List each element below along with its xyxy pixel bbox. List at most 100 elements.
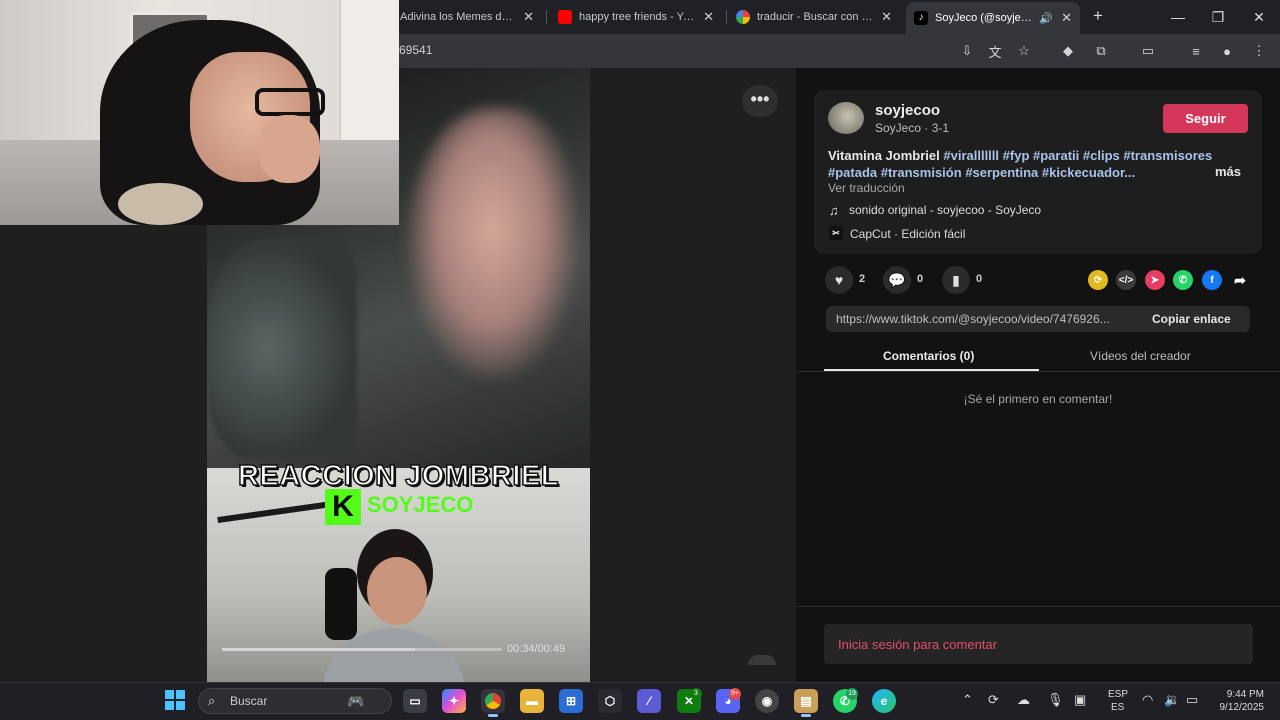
tab-creator-videos[interactable]: Vídeos del creador xyxy=(1090,349,1191,363)
video-blurred-hand xyxy=(407,108,577,378)
tab-title: traducir - Buscar con Go xyxy=(757,11,874,23)
taskbar-date[interactable]: 9/12/2025 xyxy=(1204,702,1265,713)
heart-icon: ♥ xyxy=(834,272,844,288)
capcut-link[interactable]: CapCut · Edición fácil xyxy=(850,227,965,241)
profile-avatar-icon[interactable]: ● xyxy=(1217,41,1237,61)
hashtag[interactable]: #clips xyxy=(1083,148,1120,163)
extension-diamond-icon[interactable]: ◆ xyxy=(1058,41,1078,61)
media-control-icon[interactable]: ≡ xyxy=(1186,41,1206,61)
hashtag[interactable]: #kickecuador... xyxy=(1042,165,1135,180)
copy-link-button[interactable]: Copiar enlace xyxy=(1152,312,1231,326)
new-tab-button[interactable]: + xyxy=(1088,6,1108,26)
hashtag[interactable]: #serpentina xyxy=(965,165,1038,180)
speaker-icon[interactable]: 🔊 xyxy=(1039,12,1053,25)
notes-app-icon[interactable]: ▤ xyxy=(794,689,818,713)
tab-title: SoyJeco (@soyjecoo xyxy=(935,12,1036,24)
url-text[interactable]: 69541 xyxy=(399,43,432,57)
microphone xyxy=(325,568,357,640)
close-window-button[interactable]: ✕ xyxy=(1247,6,1271,28)
comment-icon: 💬 xyxy=(888,271,906,288)
video-time: 00:34/00:49 xyxy=(507,643,566,655)
file-explorer-icon[interactable]: ▬ xyxy=(520,689,544,713)
input-language[interactable]: ESP xyxy=(1108,689,1128,700)
comment-button[interactable]: 💬 xyxy=(883,266,911,294)
video-link[interactable]: https://www.tiktok.com/@soyjecoo/video/7… xyxy=(836,312,1141,326)
save-button[interactable]: ▮ xyxy=(942,266,970,294)
bookmark-star-icon[interactable]: ☆ xyxy=(1014,41,1034,61)
obs-icon[interactable]: ◉ xyxy=(755,689,779,713)
expand-description-button[interactable]: más xyxy=(1215,164,1241,179)
facebook-share-icon[interactable]: f xyxy=(1202,270,1222,290)
bookmark-icon: ▮ xyxy=(952,271,960,288)
search-icon: ⌕ xyxy=(208,693,216,708)
translate-link[interactable]: Ver traducción xyxy=(828,181,905,195)
install-app-icon[interactable]: ⇩ xyxy=(957,41,977,61)
video-progress-fill[interactable] xyxy=(222,648,416,651)
onedrive-icon[interactable]: ☁ xyxy=(1017,692,1030,708)
wifi-icon[interactable]: ◠ xyxy=(1142,692,1153,708)
battery-saver-icon[interactable]: ▣ xyxy=(1074,692,1086,708)
hashtag[interactable]: #patada xyxy=(828,165,877,180)
tab-close-icon[interactable]: ✕ xyxy=(703,9,714,25)
scroll-next-button[interactable] xyxy=(748,655,776,665)
copilot-icon[interactable]: ✦ xyxy=(442,689,466,713)
hashtag[interactable]: #viralllllll xyxy=(943,148,999,163)
battery-icon[interactable]: ▭ xyxy=(1186,692,1198,708)
microsoft-store-icon[interactable]: ⊞ xyxy=(559,689,583,713)
tab-google[interactable]: traducir - Buscar con Go ✕ xyxy=(728,4,900,30)
extensions-puzzle-icon[interactable]: ⧉ xyxy=(1091,41,1111,61)
empty-comments-message: ¡Sé el primero en comentar! xyxy=(963,392,1113,406)
repost-share-icon[interactable]: ⟳ xyxy=(1088,270,1108,290)
windows-start-icon[interactable] xyxy=(165,690,185,710)
hashtag[interactable]: #transmisión xyxy=(881,165,962,180)
tab-close-icon[interactable]: ✕ xyxy=(881,9,892,25)
send-to-friend-icon[interactable]: ➤ xyxy=(1145,270,1165,290)
tab-close-icon[interactable]: ✕ xyxy=(1061,10,1072,26)
visual-studio-icon[interactable]: ⁄ xyxy=(637,689,661,713)
like-button[interactable]: ♥ xyxy=(825,266,853,294)
tab-tiktok[interactable]: ♪ SoyJeco (@soyjecoo 🔊 ✕ xyxy=(906,2,1080,34)
hashtag[interactable]: #paratii xyxy=(1033,148,1079,163)
video-overlay-brand: SOYJECO xyxy=(367,492,474,517)
microphone-icon[interactable]: 🎙 xyxy=(1047,692,1064,708)
more-share-icon[interactable]: ➦ xyxy=(1230,270,1250,290)
game-controller-icon[interactable]: 🎮 xyxy=(344,689,368,713)
tab-divider xyxy=(796,371,1280,372)
unity-hub-icon[interactable]: ⬡ xyxy=(598,689,622,713)
tab-comments[interactable]: Comentarios (0) xyxy=(883,349,974,363)
more-options-button[interactable]: ••• xyxy=(742,85,778,117)
follow-button[interactable]: Seguir xyxy=(1163,104,1248,133)
chrome-icon[interactable] xyxy=(481,689,505,713)
display-name-date: SoyJeco · 3-1 xyxy=(875,121,949,135)
taskbar-time[interactable]: 9:44 PM xyxy=(1214,689,1264,700)
hashtag[interactable]: #fyp xyxy=(1003,148,1030,163)
menu-dots-icon[interactable]: ⋮ xyxy=(1249,41,1269,61)
keyboard-layout[interactable]: ES xyxy=(1111,702,1124,713)
translate-icon[interactable]: 文 xyxy=(985,41,1005,61)
show-hidden-icons-chevron-icon[interactable]: ⌃ xyxy=(962,692,973,708)
sound-link[interactable]: sonido original - soyjecoo - SoyJeco xyxy=(849,203,1041,217)
kick-logo-icon: K xyxy=(325,489,361,525)
tab-search-icon[interactable]: ▭ xyxy=(1138,41,1158,61)
username[interactable]: soyjecoo xyxy=(875,102,940,119)
avatar[interactable] xyxy=(828,102,864,134)
hashtag[interactable]: #transmisores xyxy=(1123,148,1212,163)
minimize-button[interactable]: — xyxy=(1166,6,1190,28)
comment-divider xyxy=(796,606,1280,607)
sync-icon[interactable]: ⟳ xyxy=(988,692,999,708)
edge-icon[interactable]: e xyxy=(872,689,896,713)
notes-active-indicator xyxy=(801,714,811,717)
video-car-shape xyxy=(207,238,357,458)
display-name: SoyJeco xyxy=(875,121,922,135)
whatsapp-share-icon[interactable]: ✆ xyxy=(1173,270,1193,290)
embed-code-icon[interactable]: </> xyxy=(1116,270,1136,290)
volume-icon[interactable]: 🔉 xyxy=(1164,692,1180,708)
maximize-button[interactable]: ❐ xyxy=(1206,6,1230,28)
login-to-comment-link[interactable]: Inicia sesión para comentar xyxy=(838,637,997,652)
tab-title: happy tree friends - You xyxy=(579,11,696,23)
tab-close-icon[interactable]: ✕ xyxy=(523,9,534,25)
like-count: 2 xyxy=(859,273,866,285)
task-view-icon[interactable]: ▭ xyxy=(403,689,427,713)
tab-youtube[interactable]: happy tree friends - You ✕ xyxy=(550,4,722,30)
tab-memes[interactable]: Adivina los Memes de B ✕ xyxy=(392,4,542,30)
